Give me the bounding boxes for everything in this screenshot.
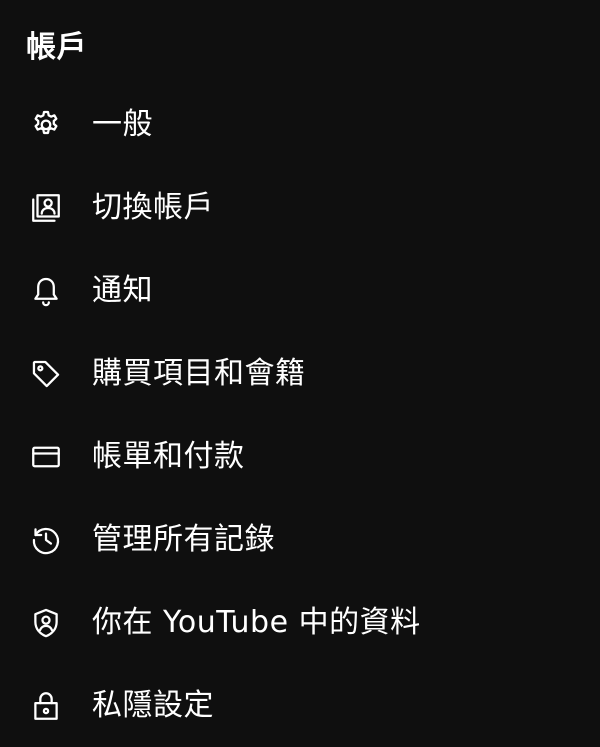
- menu-item-general[interactable]: 一般: [0, 83, 600, 166]
- menu-item-label: 帳單和付款: [92, 438, 245, 474]
- menu-item-label: 你在 YouTube 中的資料: [92, 604, 421, 640]
- gear-icon: [26, 105, 66, 145]
- lock-icon: [26, 686, 66, 726]
- menu-item-your-data[interactable]: 你在 YouTube 中的資料: [0, 581, 600, 664]
- menu-item-label: 通知: [92, 272, 153, 308]
- menu-item-label: 一般: [92, 106, 153, 142]
- menu-item-purchases[interactable]: 購買項目和會籍: [0, 332, 600, 415]
- menu-item-notifications[interactable]: 通知: [0, 249, 600, 332]
- menu-item-billing[interactable]: 帳單和付款: [0, 415, 600, 498]
- history-icon: [26, 520, 66, 560]
- switch-account-icon: [26, 188, 66, 228]
- settings-menu: 一般 切換帳戶 通知 購買項目和會籍 帳單和付款 管理所有記錄 你在 YouTu…: [0, 83, 600, 747]
- bell-icon: [26, 271, 66, 311]
- shield-person-icon: [26, 603, 66, 643]
- menu-item-label: 管理所有記錄: [92, 521, 275, 557]
- credit-card-icon: [26, 437, 66, 477]
- menu-item-label: 私隱設定: [92, 687, 214, 723]
- menu-item-label: 切換帳戶: [92, 189, 214, 225]
- menu-item-privacy[interactable]: 私隱設定: [0, 664, 600, 747]
- menu-item-history[interactable]: 管理所有記錄: [0, 498, 600, 581]
- tag-icon: [26, 354, 66, 394]
- menu-item-switch-account[interactable]: 切換帳戶: [0, 166, 600, 249]
- menu-item-label: 購買項目和會籍: [92, 355, 306, 391]
- section-title: 帳戶: [26, 30, 87, 65]
